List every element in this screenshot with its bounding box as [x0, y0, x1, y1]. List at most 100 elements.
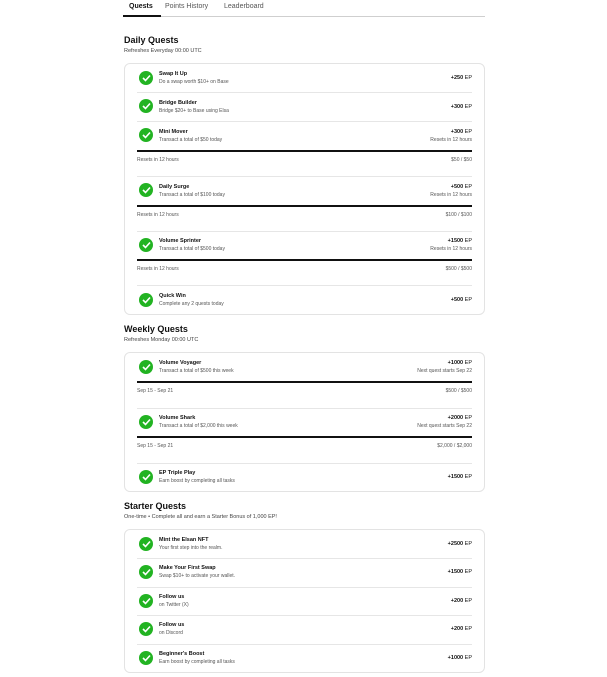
- check-icon: [139, 537, 153, 551]
- progress-fill: [137, 436, 472, 438]
- check-icon: [139, 293, 153, 307]
- quest-title: Volume Voyager: [159, 360, 202, 366]
- quest-title: Volume Sprinter: [159, 238, 202, 244]
- quest-reward: +300 EP: [450, 104, 472, 110]
- progress-value: $500 / $500: [445, 266, 472, 272]
- quest-next-note: Next quest starts Sep 22: [417, 368, 472, 374]
- active-tab-indicator: [123, 15, 161, 17]
- progress-label: Resets in 12 hours: [137, 266, 179, 272]
- quest-description: Earn boost by completing all tasks: [159, 478, 235, 484]
- quest-title: EP Triple Play: [159, 470, 196, 476]
- quest-reward: +1000 EP: [447, 655, 472, 661]
- quest-title: Mini Mover: [159, 129, 188, 135]
- quest-title: Quick Win: [159, 293, 186, 299]
- list-item[interactable]: Bridge Builder Bridge $20+ to Base using…: [137, 92, 472, 122]
- quest-description: Transact a total of $2,000 this week: [159, 423, 238, 429]
- weekly-quests-card: Volume Voyager Transact a total of $500 …: [124, 352, 485, 492]
- quest-description: Transact a total of $500 today: [159, 246, 225, 252]
- progress-label: Sep 15 - Sep 21: [137, 443, 174, 449]
- list-item[interactable]: Quick Win Complete any 2 quests today +5…: [137, 285, 472, 313]
- tab-bar: Quests Points History Leaderboard: [123, 0, 485, 17]
- quest-reward: +2000 EP: [447, 415, 472, 421]
- daily-quests-title: Daily Quests: [124, 35, 179, 45]
- quest-reward: +1000 EP: [447, 360, 472, 366]
- check-icon: [139, 360, 153, 374]
- list-item[interactable]: Make Your First Swap Swap $10+ to activa…: [137, 558, 472, 588]
- progress-fill: [137, 205, 472, 207]
- quest-description: Your first step into the realm.: [159, 545, 223, 551]
- progress-fill: [137, 150, 472, 152]
- quest-reward: +2500 EP: [447, 541, 472, 547]
- quest-description: Bridge $20+ to Base using Elsa: [159, 108, 229, 114]
- progress-bar: [137, 381, 472, 383]
- quest-reward: +250 EP: [450, 75, 472, 81]
- quest-title: Mint the Elsan NFT: [159, 537, 209, 543]
- list-item[interactable]: Beginner's Boost Earn boost by completin…: [137, 644, 472, 672]
- quest-next-note: Next quest starts Sep 22: [417, 423, 472, 429]
- quest-title: Beginner's Boost: [159, 651, 205, 657]
- quest-title: Follow us: [159, 622, 185, 628]
- quest-reward: +200 EP: [450, 626, 472, 632]
- list-item[interactable]: Follow us on Discord +200 EP: [137, 615, 472, 645]
- quest-reward: +500 EP: [450, 297, 472, 303]
- quest-description: Earn boost by completing all tasks: [159, 659, 235, 665]
- quest-reset-note: Resets in 12 hours: [430, 137, 472, 143]
- list-item[interactable]: Volume Shark Transact a total of $2,000 …: [137, 408, 472, 464]
- tab-leaderboard[interactable]: Leaderboard: [224, 3, 264, 10]
- check-icon: [139, 622, 153, 636]
- progress-bar: [137, 150, 472, 152]
- weekly-quests-title: Weekly Quests: [124, 324, 188, 334]
- check-icon: [139, 651, 153, 665]
- progress-bar: [137, 436, 472, 438]
- progress-label: Resets in 12 hours: [137, 212, 179, 218]
- quest-reset-note: Resets in 12 hours: [430, 246, 472, 252]
- quest-reset-note: Resets in 12 hours: [430, 192, 472, 198]
- list-item[interactable]: Mini Mover Transact a total of $50 today…: [137, 121, 472, 177]
- quest-title: Make Your First Swap: [159, 565, 216, 571]
- list-item[interactable]: Mint the Elsan NFT Your first step into …: [137, 530, 472, 559]
- progress-fill: [137, 259, 472, 261]
- check-icon: [139, 415, 153, 429]
- quest-title: Follow us: [159, 594, 185, 600]
- check-icon: [139, 565, 153, 579]
- list-item[interactable]: Swap It Up Do a swap worth $10+ on Base …: [137, 64, 472, 93]
- list-item[interactable]: Volume Sprinter Transact a total of $500…: [137, 231, 472, 286]
- check-icon: [139, 128, 153, 142]
- starter-quests-card: Mint the Elsan NFT Your first step into …: [124, 529, 485, 673]
- progress-value: $2,000 / $2,000: [437, 443, 472, 449]
- tab-quests[interactable]: Quests: [129, 3, 153, 10]
- quest-description: Do a swap worth $10+ on Base: [159, 79, 229, 85]
- progress-value: $500 / $500: [445, 388, 472, 394]
- check-icon: [139, 238, 153, 252]
- check-icon: [139, 71, 153, 85]
- check-icon: [139, 594, 153, 608]
- list-item[interactable]: Volume Voyager Transact a total of $500 …: [137, 353, 472, 409]
- progress-label: Resets in 12 hours: [137, 157, 179, 163]
- quest-description: on Discord: [159, 630, 183, 636]
- check-icon: [139, 99, 153, 113]
- quest-description: Transact a total of $100 today: [159, 192, 225, 198]
- list-item[interactable]: Follow us on Twitter (X) +200 EP: [137, 587, 472, 616]
- starter-quests-subtitle: One-time • Complete all and earn a Start…: [124, 514, 277, 520]
- tab-points-history[interactable]: Points History: [165, 3, 208, 10]
- weekly-quests-subtitle: Refreshes Monday 00:00 UTC: [124, 337, 199, 343]
- quest-reward: +300 EP: [450, 129, 472, 135]
- quest-title: Volume Shark: [159, 415, 196, 421]
- quest-reward: +1500 EP: [447, 474, 472, 480]
- quest-title: Daily Surge: [159, 184, 190, 190]
- quest-description: Transact a total of $500 this week: [159, 368, 234, 374]
- check-icon: [139, 470, 153, 484]
- quest-description: on Twitter (X): [159, 602, 189, 608]
- list-item[interactable]: EP Triple Play Earn boost by completing …: [137, 463, 472, 491]
- list-item[interactable]: Daily Surge Transact a total of $100 tod…: [137, 176, 472, 232]
- quest-reward: +1500 EP: [447, 569, 472, 575]
- daily-quests-subtitle: Refreshes Everyday 00:00 UTC: [124, 48, 202, 54]
- quest-description: Transact a total of $50 today: [159, 137, 223, 143]
- progress-value: $50 / $50: [451, 157, 472, 163]
- quest-reward: +1500 EP: [447, 238, 472, 244]
- quest-description: Swap $10+ to activate your wallet.: [159, 573, 236, 579]
- starter-quests-title: Starter Quests: [124, 501, 187, 511]
- quest-reward: +500 EP: [450, 184, 472, 190]
- progress-label: Sep 15 - Sep 21: [137, 388, 174, 394]
- quests-page: Quests Points History Leaderboard Daily …: [0, 0, 607, 677]
